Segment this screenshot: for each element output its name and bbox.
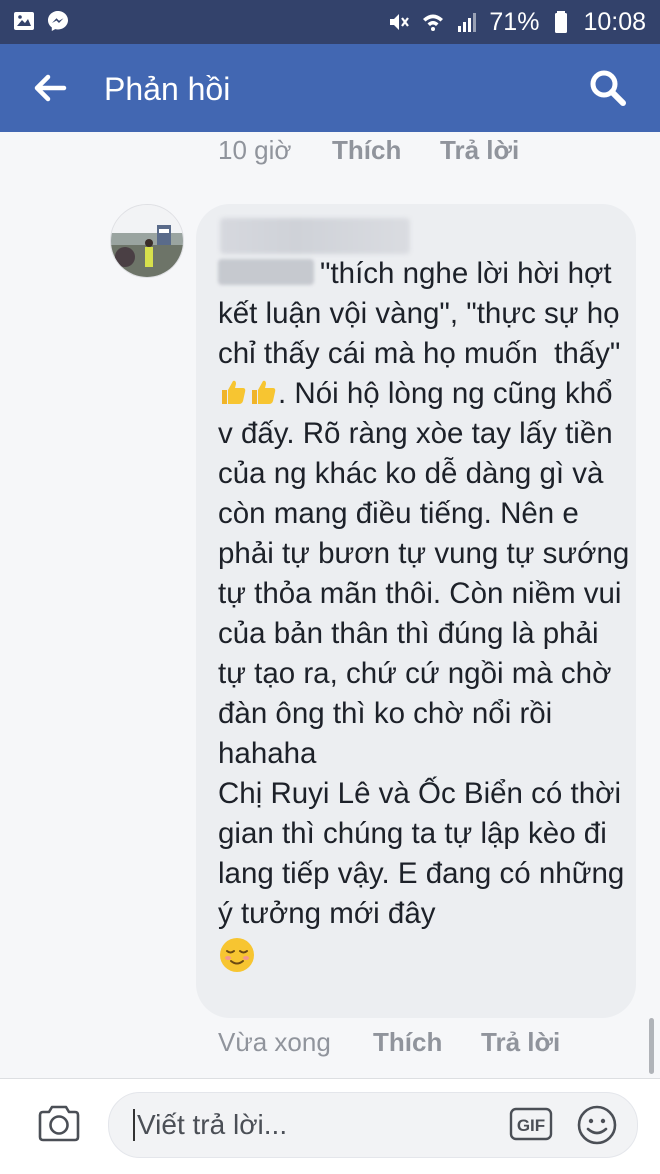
relieved-face-icon: [220, 938, 254, 972]
arrow-left-icon[interactable]: [30, 68, 70, 108]
camera-icon[interactable]: [36, 1101, 82, 1147]
clock: 10:08: [583, 8, 646, 36]
scrollbar[interactable]: [649, 1018, 654, 1074]
like-button[interactable]: Thích: [373, 1026, 481, 1058]
comment-time: Vừa xong: [218, 1027, 331, 1057]
thumbs-up-icon: [252, 380, 276, 404]
smiley-icon[interactable]: [575, 1103, 619, 1147]
status-right: 71% 10:08: [387, 6, 646, 38]
comment-text-part2: . Nói hộ lòng ng cũng khổ v đấy. Rõ ràng…: [218, 377, 630, 930]
avatar-photo: [111, 205, 183, 277]
gallery-icon: [14, 12, 34, 30]
battery-percent: 71%: [489, 8, 540, 36]
text-cursor: [133, 1109, 135, 1141]
status-left-icons: [12, 9, 70, 33]
wifi-icon: [423, 14, 444, 31]
page-title: Phản hồi: [104, 71, 231, 107]
reply-input[interactable]: Viết trả lời... GIF: [108, 1092, 638, 1158]
mention-redacted[interactable]: [218, 259, 314, 285]
app-bar: Phản hồi: [0, 44, 660, 132]
previous-comment-actions: 10 giờ Thích Trả lời: [218, 134, 519, 166]
avatar[interactable]: [110, 204, 184, 278]
reply-button[interactable]: Trả lời: [481, 1026, 560, 1058]
gif-icon[interactable]: GIF: [509, 1107, 553, 1141]
comment-actions: Vừa xong Thích Trả lời: [218, 1026, 560, 1058]
status-bar: 71% 10:08: [0, 0, 660, 44]
author-name-redacted[interactable]: [220, 218, 410, 254]
comment-time: 10 giờ: [218, 135, 292, 165]
signal-icon: [458, 13, 477, 32]
comment-text: "thích nghe lời hời hợt kết luận vội vàn…: [218, 254, 630, 974]
messenger-icon: [48, 11, 68, 31]
mute-icon: [390, 14, 410, 30]
comment-bubble[interactable]: "thích nghe lời hời hợt kết luận vội vàn…: [196, 204, 636, 1018]
reply-button[interactable]: Trả lời: [440, 134, 519, 166]
battery-icon: [555, 11, 568, 33]
search-icon[interactable]: [586, 66, 630, 110]
like-button[interactable]: Thích: [332, 134, 440, 166]
gif-label: GIF: [517, 1116, 545, 1135]
thumbs-up-icon: [222, 380, 246, 404]
reply-placeholder: Viết trả lời...: [137, 1109, 288, 1140]
